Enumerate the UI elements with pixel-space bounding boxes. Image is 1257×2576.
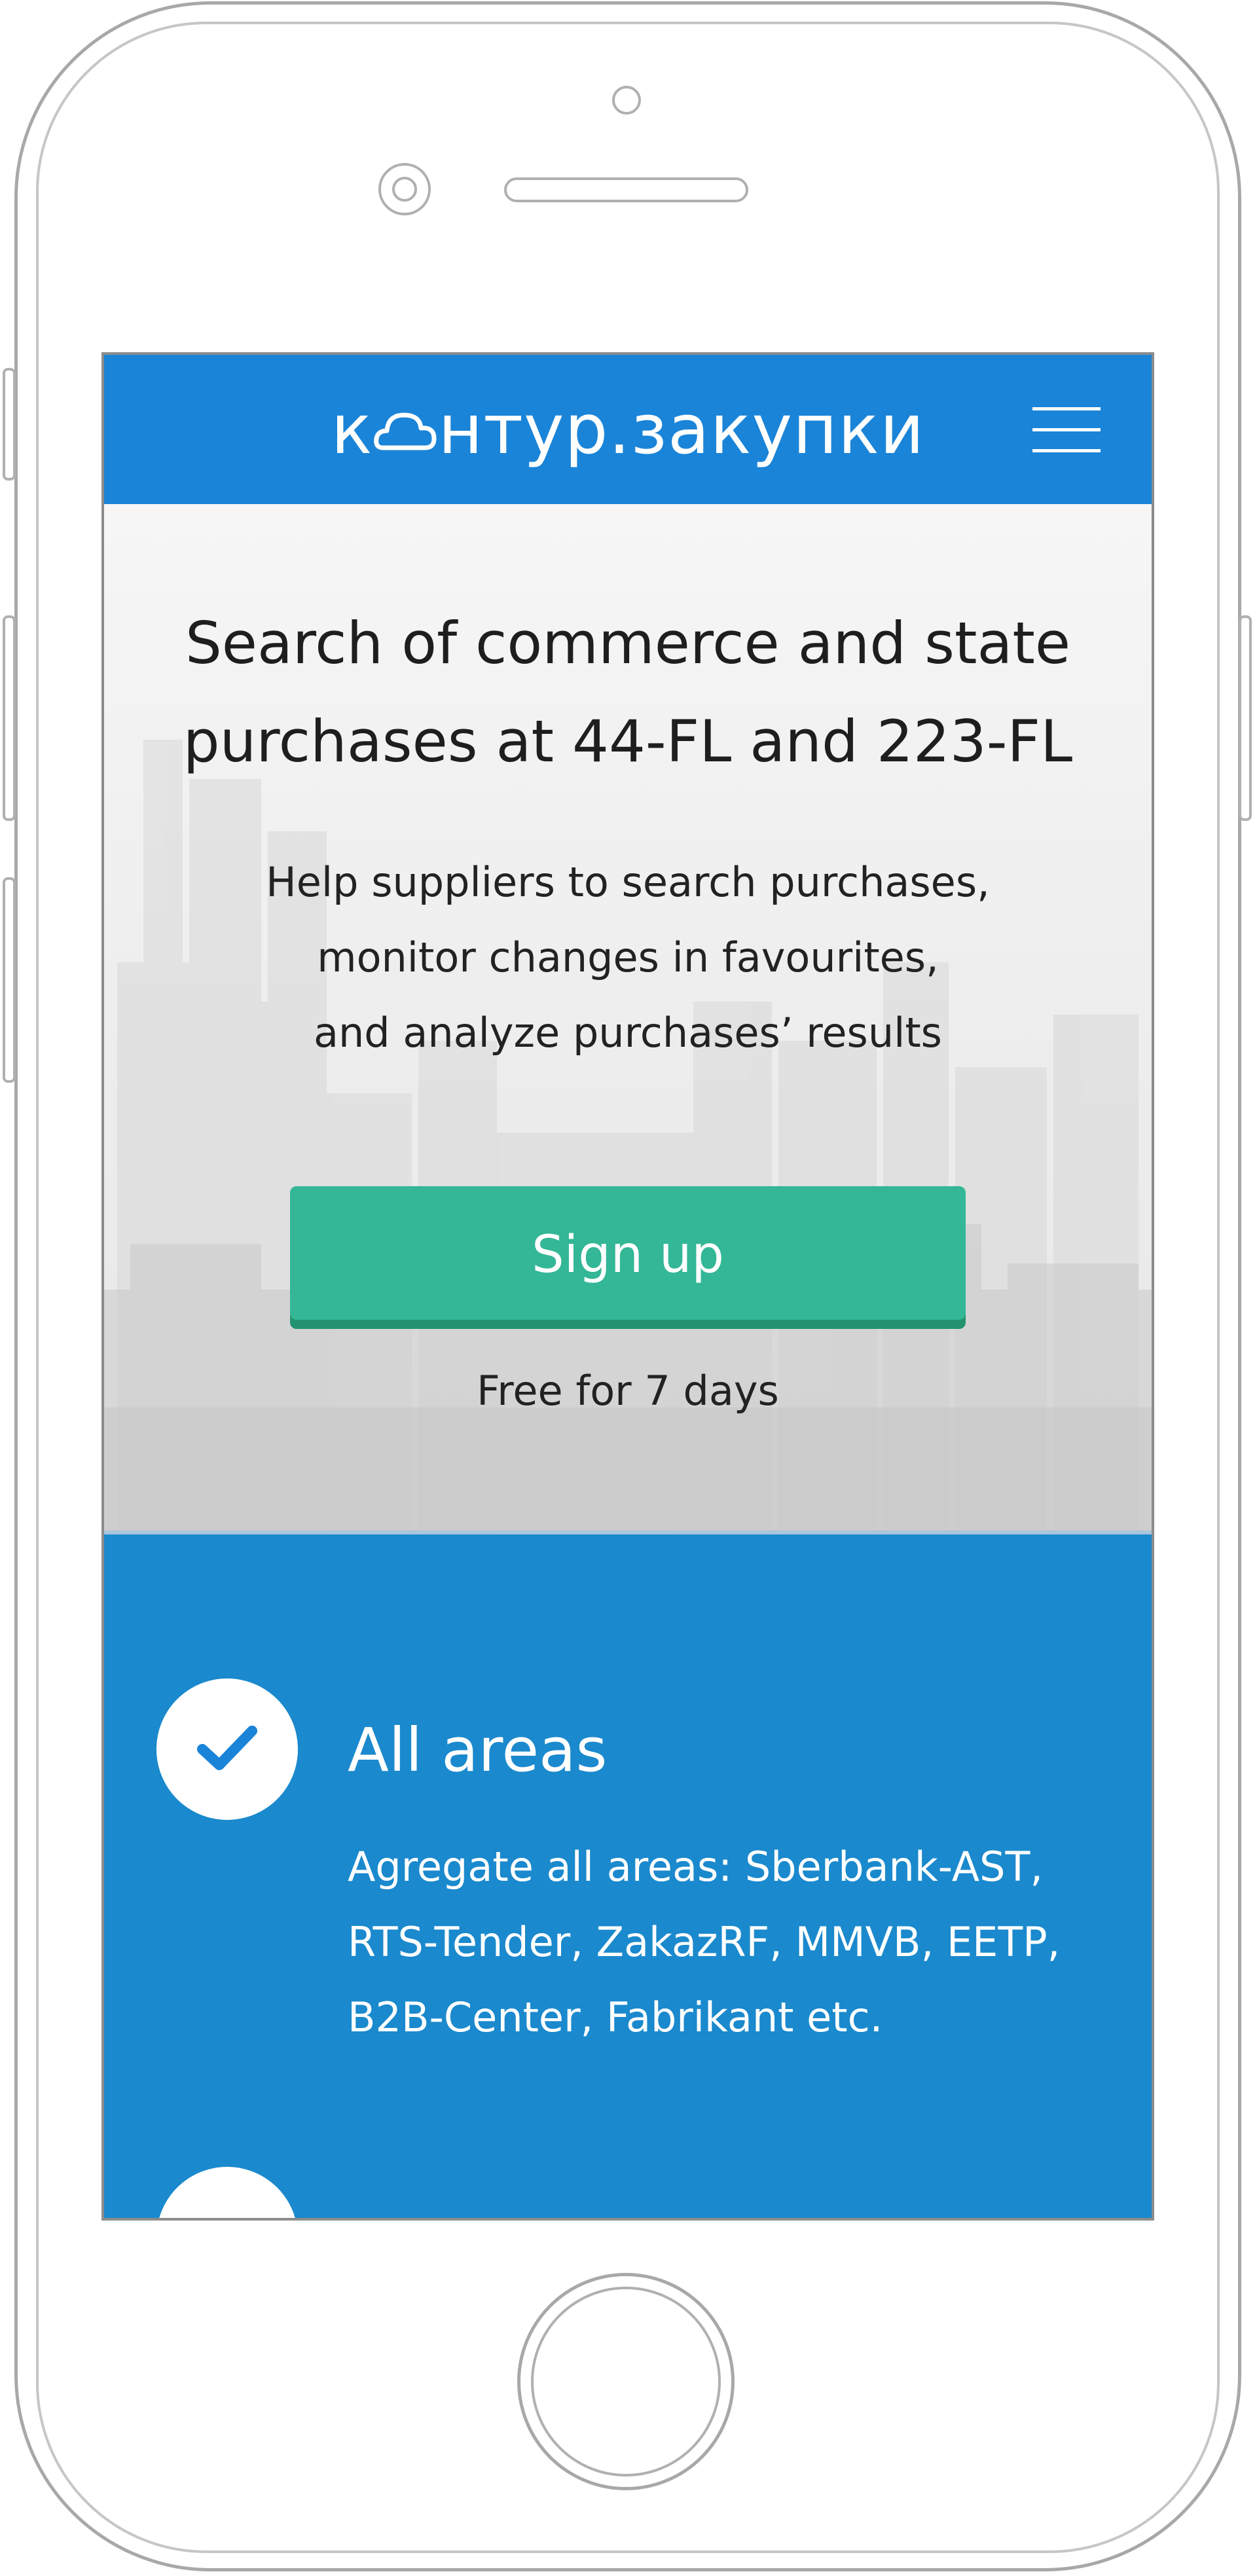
logo-text-end: нтур.закупки xyxy=(438,390,925,469)
logo[interactable]: к нтур.закупки xyxy=(104,355,1152,504)
check-icon xyxy=(197,1726,257,1770)
hero-section: Search of commerce and state purchases a… xyxy=(104,504,1152,1531)
home-button[interactable] xyxy=(517,2273,735,2490)
hero-title-line: Search of commerce and state xyxy=(185,609,1071,677)
volume-up-button xyxy=(3,615,16,821)
feature-description: Agregate all areas: Sberbank-AST, RTS-Te… xyxy=(348,1829,1133,2055)
cloud-icon xyxy=(374,390,437,469)
mute-switch xyxy=(3,368,16,481)
earpiece-speaker xyxy=(504,177,748,202)
hero-title: Search of commerce and state purchases a… xyxy=(170,594,1086,791)
phone-screen: к нтур.закупки Search of commerce and st… xyxy=(101,352,1154,2221)
hero-subtitle-line: and analyze purchases’ results xyxy=(314,1009,942,1057)
phone-device: к нтур.закупки Search of commerce and st… xyxy=(0,0,1257,2576)
hero-subtitle-line: Help suppliers to search purchases, xyxy=(266,858,990,906)
hero-title-line: purchases at 44-FL and 223-FL xyxy=(183,708,1073,775)
feature-badge xyxy=(156,1678,298,1820)
proximity-sensor xyxy=(378,163,431,215)
site-header: к нтур.закупки xyxy=(104,355,1152,504)
feature-description-line: Agregate all areas: Sberbank-AST, xyxy=(348,1843,1044,1891)
front-camera xyxy=(612,86,641,115)
feature-description-line: RTS-Tender, ZakazRF, MMVB, EETP, xyxy=(348,1918,1061,1966)
next-feature-badge xyxy=(156,2167,298,2218)
feature-title: All areas xyxy=(348,1715,608,1785)
logo-text-start: к xyxy=(331,390,373,469)
free-trial-text: Free for 7 days xyxy=(477,1367,779,1415)
signup-button[interactable]: Sign up xyxy=(290,1186,966,1329)
features-section: All areas Agregate all areas: Sberbank-A… xyxy=(104,1531,1152,2218)
hero-subtitle-line: monitor changes in favourites, xyxy=(317,934,939,981)
volume-down-button xyxy=(3,877,16,1083)
hero-subtitle: Help suppliers to search purchases, moni… xyxy=(202,844,1053,1070)
hamburger-menu-icon[interactable] xyxy=(1032,407,1101,453)
feature-description-line: B2B-Center, Fabrikant etc. xyxy=(348,1993,883,2041)
power-button xyxy=(1239,615,1252,821)
